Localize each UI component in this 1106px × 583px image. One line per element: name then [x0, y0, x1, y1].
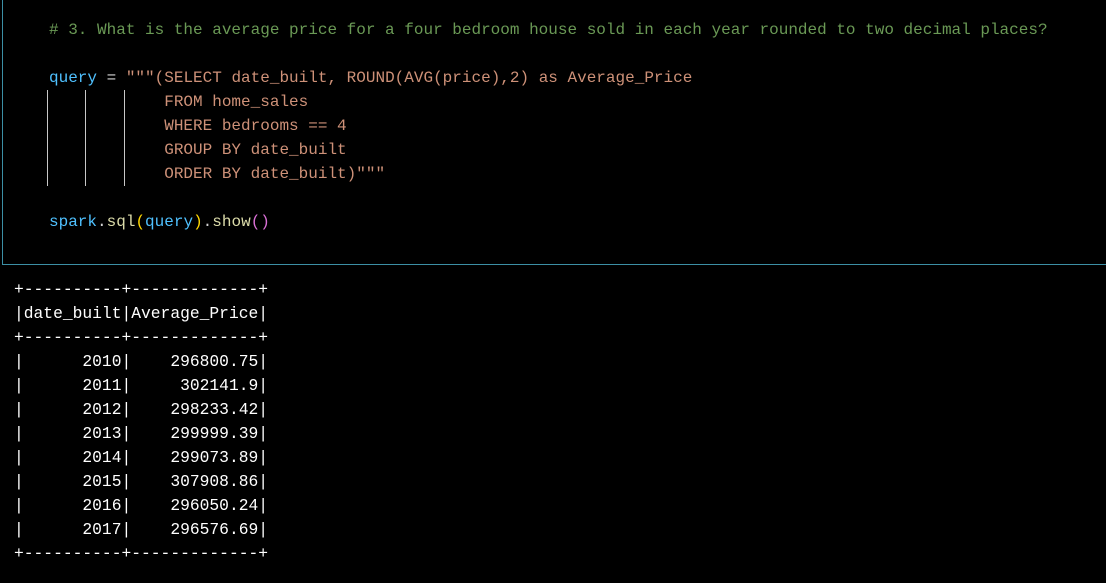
- indent-guide: [47, 90, 48, 186]
- dot-operator: .: [202, 213, 213, 231]
- sql-string-line-5: ORDER BY date_built)""": [164, 165, 386, 183]
- sql-string-line-2: FROM home_sales: [164, 93, 309, 111]
- table-row: | 2017| 296576.69|: [14, 520, 269, 539]
- show-parens: (): [250, 213, 270, 231]
- table-row: | 2010| 296800.75|: [14, 352, 269, 371]
- table-row: | 2016| 296050.24|: [14, 496, 269, 515]
- code-sql-line: WHERE bedrooms == 4: [49, 114, 1048, 138]
- table-row: | 2015| 307908.86|: [14, 472, 269, 491]
- show-method: show: [212, 213, 251, 231]
- table-border-mid: +----------+-------------+: [14, 328, 269, 347]
- code-spark-line: spark.sql(query).show(): [49, 210, 1048, 234]
- spark-variable: spark: [49, 213, 98, 231]
- code-sql-line: ORDER BY date_built)""": [49, 162, 1048, 186]
- sql-method: sql: [106, 213, 136, 231]
- sql-string-line-4: GROUP BY date_built: [164, 141, 347, 159]
- table-row: | 2011| 302141.9|: [14, 376, 269, 395]
- code-sql-line: GROUP BY date_built: [49, 138, 1048, 162]
- code-editor[interactable]: # 3. What is the average price for a fou…: [49, 18, 1048, 234]
- open-paren: (: [135, 213, 146, 231]
- table-row: | 2013| 299999.39|: [14, 424, 269, 443]
- query-argument: query: [145, 213, 194, 231]
- table-border-bottom: +----------+-------------+: [14, 544, 269, 563]
- code-query-line: query = """(SELECT date_built, ROUND(AVG…: [49, 66, 1048, 90]
- close-paren: ): [193, 213, 203, 231]
- table-header: |date_built|Average_Price|: [14, 304, 269, 323]
- code-sql-line: FROM home_sales: [49, 90, 1048, 114]
- code-comment-line: # 3. What is the average price for a fou…: [49, 18, 1048, 42]
- cell-output: +----------+-------------+ |date_built|Av…: [14, 278, 268, 566]
- sql-string-line-3: WHERE bedrooms == 4: [164, 117, 347, 135]
- code-cell[interactable]: # 3. What is the average price for a fou…: [2, 0, 1106, 265]
- table-row: | 2014| 299073.89|: [14, 448, 269, 467]
- table-row: | 2012| 298233.42|: [14, 400, 269, 419]
- query-variable: query: [49, 69, 98, 87]
- assign-operator: =: [97, 69, 126, 87]
- dot-operator: .: [97, 213, 107, 231]
- code-comment: # 3. What is the average price for a fou…: [49, 21, 1048, 39]
- table-border-top: +----------+-------------+: [14, 280, 269, 299]
- sql-string-line-1: """(SELECT date_built, ROUND(AVG(price),…: [125, 69, 693, 87]
